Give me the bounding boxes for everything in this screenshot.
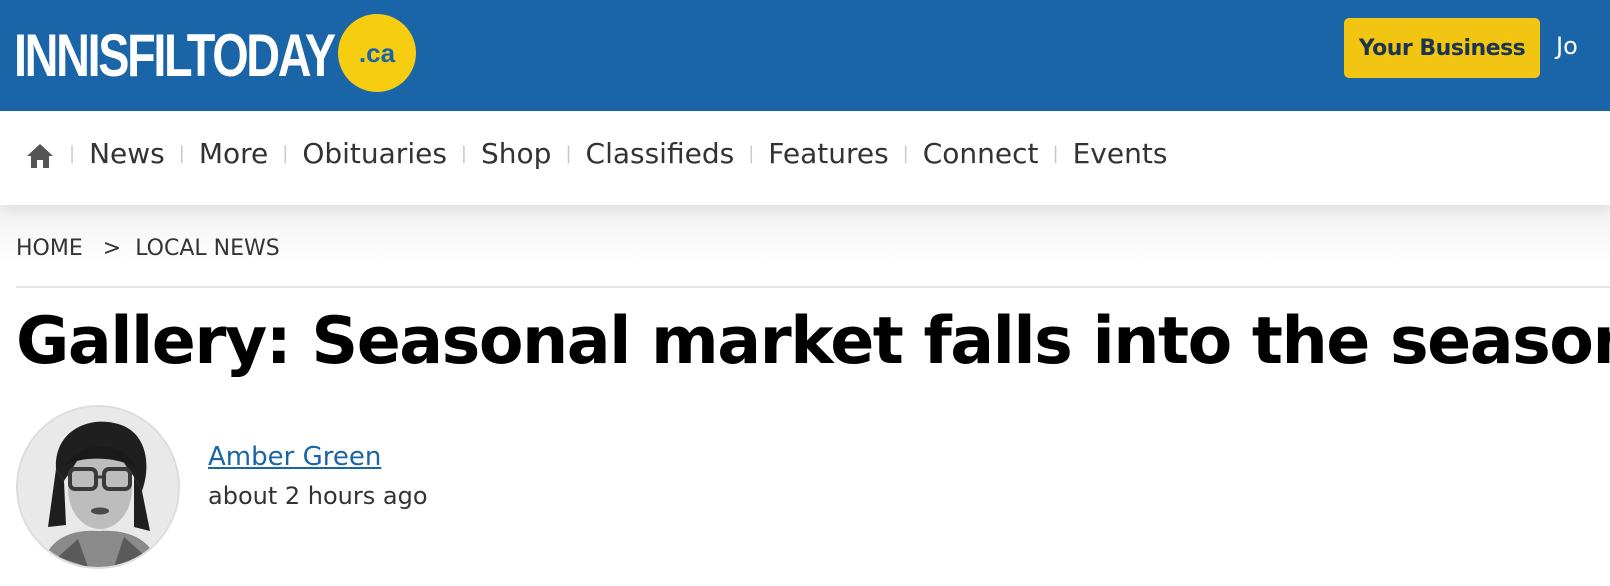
nav-separator: | — [460, 143, 467, 164]
breadcrumb-separator: > — [102, 236, 122, 261]
nav-separator: | — [69, 143, 76, 164]
nav-list: | News | More | Obituaries | Shop | Clas… — [58, 137, 1170, 170]
your-business-button[interactable]: Your Business — [1344, 18, 1540, 78]
nav-separator: | — [748, 143, 755, 164]
logo-badge: .ca — [338, 14, 416, 92]
nav-separator: | — [565, 143, 572, 164]
nav-item-classifieds[interactable]: Classifieds — [583, 137, 738, 170]
author-name-link[interactable]: Amber Green — [208, 442, 381, 472]
nav-item-obituaries[interactable]: Obituaries — [299, 137, 450, 170]
divider — [16, 286, 1610, 288]
publish-timestamp: about 2 hours ago — [208, 482, 428, 510]
breadcrumb: HOME > LOCAL NEWS — [16, 236, 280, 261]
nav-separator: | — [902, 143, 909, 164]
author-avatar[interactable] — [16, 405, 180, 569]
breadcrumb-home[interactable]: HOME — [16, 236, 83, 261]
nav-item-news[interactable]: News — [86, 137, 168, 170]
author-photo-icon — [18, 407, 178, 567]
breadcrumb-local-news[interactable]: LOCAL NEWS — [135, 236, 280, 261]
article-headline: Gallery: Seasonal market falls into the … — [16, 304, 1610, 379]
nav-item-more[interactable]: More — [196, 137, 271, 170]
nav-separator: | — [1052, 143, 1059, 164]
site-header: INNISFILTODAY .ca Your Business Jo — [0, 0, 1610, 111]
nav-item-connect[interactable]: Connect — [920, 137, 1042, 170]
nav-separator: | — [178, 143, 185, 164]
nav-separator: | — [282, 143, 289, 164]
nav-item-features[interactable]: Features — [765, 137, 891, 170]
nav-item-shop[interactable]: Shop — [478, 137, 554, 170]
home-icon[interactable] — [26, 142, 54, 170]
join-link-cut-off[interactable]: Jo — [1556, 32, 1578, 60]
logo-text: INNISFILTODAY — [14, 22, 336, 89]
nav-item-events[interactable]: Events — [1070, 137, 1171, 170]
